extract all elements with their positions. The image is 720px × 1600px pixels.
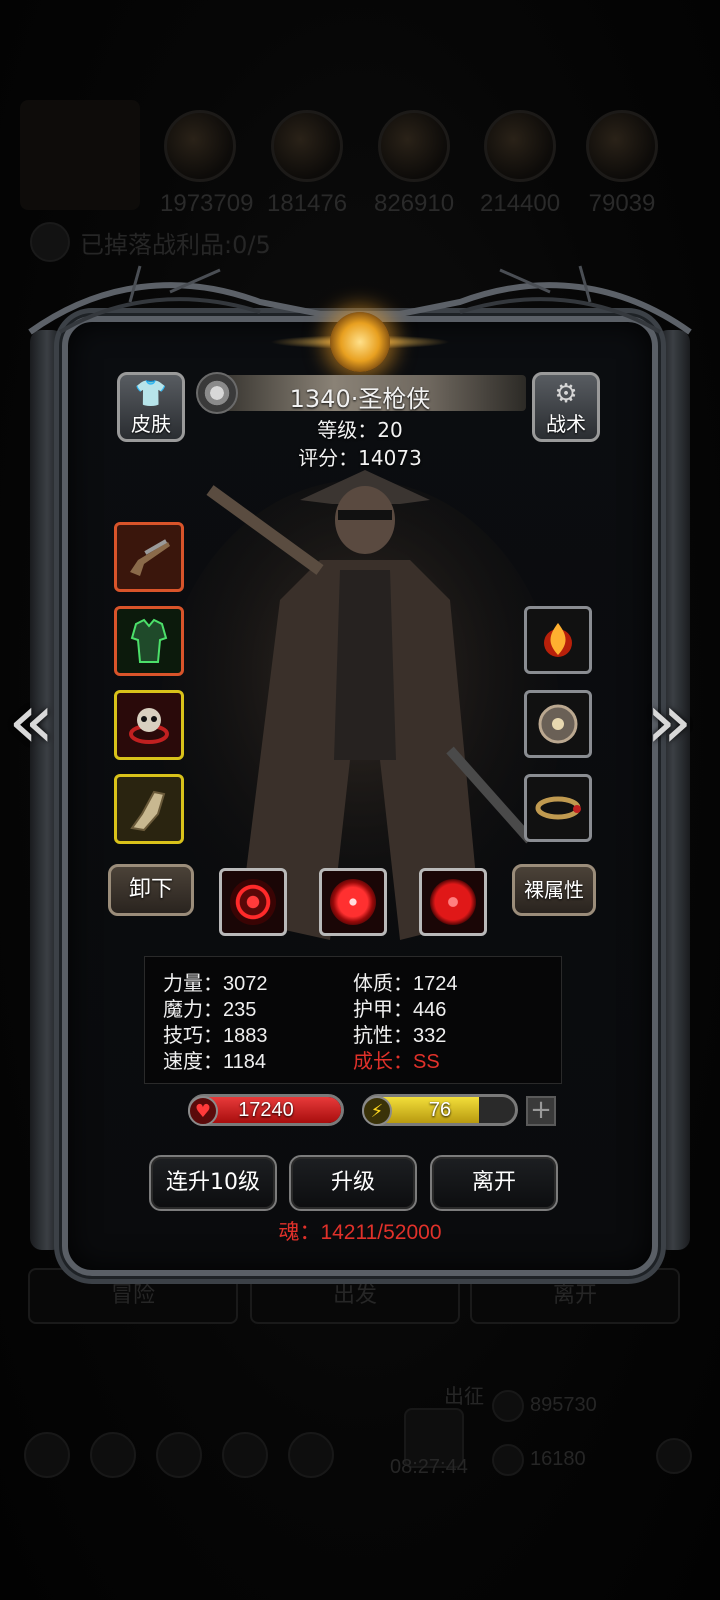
unequip-button[interactable]: 卸下 [108, 864, 194, 916]
skull-ring-slot[interactable] [114, 690, 184, 760]
bracelet-slot[interactable] [524, 774, 592, 842]
bracelet-icon [535, 796, 581, 820]
resource-item: 181476 [267, 110, 347, 218]
loot-text: 已掉落战利品:0/5 [80, 230, 271, 259]
gem-icon [492, 1444, 524, 1476]
orb-icon [538, 704, 578, 744]
next-hero-arrow-icon[interactable]: » [646, 683, 693, 759]
resource-value: 1973709 [160, 190, 254, 217]
flame-rune-slot[interactable] [524, 606, 592, 674]
stat-speed: 速度：1184 [163, 1051, 267, 1073]
resource-icon [164, 110, 236, 182]
resource-value: 181476 [267, 190, 348, 217]
resource-item: 826910 [374, 110, 454, 218]
prev-hero-arrow-icon[interactable]: « [8, 683, 55, 759]
orb-slot[interactable] [524, 690, 592, 758]
level-up-button[interactable]: 升级 [289, 1155, 417, 1211]
resource-item: 214400 [480, 110, 560, 218]
target-skill-icon [430, 879, 476, 925]
resource-item: 79039 [582, 110, 662, 218]
gold-coin-icon [492, 1390, 524, 1422]
loot-icon [30, 222, 70, 262]
resource-icon [586, 110, 658, 182]
resource-icon [484, 110, 556, 182]
tactics-label: 战术 [546, 412, 586, 436]
clock-text: 08:27:44 [390, 1456, 468, 1478]
gold-value: 895730 [530, 1394, 597, 1416]
resource-icon [271, 110, 343, 182]
background-avatar [20, 100, 140, 210]
resource-item: 1973709 [160, 110, 254, 218]
hero-name: 1340·圣枪侠 [289, 385, 431, 413]
menu-icon [156, 1432, 202, 1478]
resource-value: 826910 [374, 190, 455, 217]
adventure-button: 冒险 [28, 1268, 238, 1324]
loot-status: 已掉落战利品:0/5 [30, 222, 271, 262]
gem-value: 16180 [530, 1448, 586, 1470]
menu-icon [90, 1432, 136, 1478]
resource-value: 79039 [588, 190, 656, 217]
skin-label: 皮肤 [131, 412, 171, 436]
gauntlet-icon [130, 790, 166, 832]
bare-stats-button[interactable]: 裸属性 [512, 864, 596, 916]
stat-strength: 力量：3072 [163, 973, 268, 995]
stat-armor: 护甲：446 [353, 999, 447, 1021]
hero-score: 评分：14073 [298, 446, 422, 470]
vortex-skill-icon [330, 879, 376, 925]
gear-icon: ⚙ [554, 379, 578, 409]
crosshair-skill-icon [230, 879, 276, 925]
bg-leave-button: 离开 [470, 1268, 680, 1324]
tactics-button[interactable]: ⚙ 战术 [532, 372, 600, 442]
expedition-label: 出征 [444, 1386, 484, 1408]
frame-right-ornament [656, 330, 690, 1250]
soul-counter: 魂：14211/52000 [278, 1221, 442, 1244]
resource-value: 214400 [480, 190, 561, 217]
menu-icon [222, 1432, 268, 1478]
menu-icon [24, 1432, 70, 1478]
resource-row: 1973709 181476 826910 214400 79039 [150, 110, 710, 220]
armor-slot[interactable] [114, 606, 184, 676]
resource-icon [378, 110, 450, 182]
armor-icon [130, 618, 168, 663]
vortex-skill[interactable] [319, 868, 387, 936]
stat-resistance: 抗性：332 [353, 1025, 447, 1047]
add-icon [656, 1438, 692, 1474]
heart-icon: ♥ [188, 1096, 218, 1126]
stats-panel: 力量：3072 魔力：235 技巧：1883 速度：1184 体质：1724 护… [144, 956, 562, 1084]
stat-magic: 魔力：235 [163, 999, 257, 1021]
rifle-icon [130, 539, 170, 576]
crosshair-skill[interactable] [219, 868, 287, 936]
stat-constitution: 体质：1724 [353, 973, 458, 995]
stat-growth: 成长：SS [353, 1051, 440, 1073]
background-bottom-bar: 出征 08:27:44 895730 16180 [0, 1386, 720, 1600]
hero-level: 等级：20 [317, 418, 403, 442]
sun-emblem-icon [330, 312, 390, 372]
depart-button: 出发 [250, 1268, 460, 1324]
target-skill[interactable] [419, 868, 487, 936]
lightning-icon: ⚡ [362, 1096, 392, 1126]
menu-icon [288, 1432, 334, 1478]
flame-icon [544, 623, 572, 657]
skull-ring-icon [129, 708, 169, 744]
skin-button[interactable]: 👕 皮肤 [117, 372, 185, 442]
rifle-slot[interactable] [114, 522, 184, 592]
frame-left-ornament [30, 330, 64, 1250]
leave-button[interactable]: 离开 [430, 1155, 558, 1211]
shirt-icon: 👕 [134, 379, 168, 409]
add-energy-button[interactable]: + [526, 1096, 556, 1126]
stat-skill: 技巧：1883 [163, 1025, 268, 1047]
level-up-10-button[interactable]: 连升10级 [149, 1155, 277, 1211]
gauntlet-slot[interactable] [114, 774, 184, 844]
